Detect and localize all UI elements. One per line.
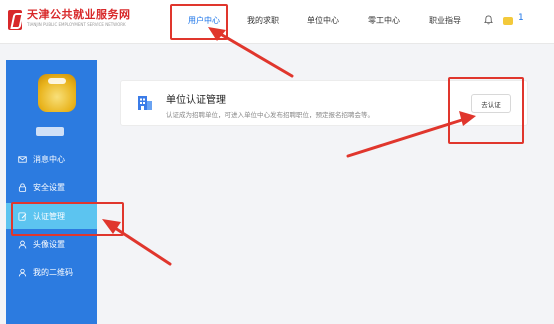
annotation-box-certification-menu bbox=[11, 202, 124, 236]
sidebar: 消息中心 安全设置 认证管理 头像设置 我的二维码 bbox=[6, 60, 97, 324]
annotation-box-certify-button bbox=[448, 77, 524, 144]
mail-icon bbox=[18, 155, 27, 163]
sidebar-item-label: 安全设置 bbox=[33, 182, 65, 192]
nav-my-job-search[interactable]: 我的求职 bbox=[247, 15, 279, 26]
nav-career-guidance[interactable]: 职业指导 bbox=[429, 15, 461, 26]
logo-mark-icon bbox=[8, 10, 22, 30]
annotation-box-user-center bbox=[170, 4, 228, 40]
profile-avatar bbox=[38, 74, 76, 112]
site-logo[interactable]: 天津公共就业服务网 TIANJIN PUBLIC EMPLOYMENT SERV… bbox=[8, 8, 131, 36]
sidebar-item-security[interactable]: 安全设置 bbox=[6, 174, 97, 200]
logo-text: 天津公共就业服务网 TIANJIN PUBLIC EMPLOYMENT SERV… bbox=[27, 8, 131, 28]
username[interactable]: 1 bbox=[518, 13, 524, 23]
user-circle-icon bbox=[18, 268, 27, 276]
card-title: 单位认证管理 bbox=[166, 95, 226, 106]
sidebar-item-label: 消息中心 bbox=[33, 154, 65, 164]
page: 天津公共就业服务网 TIANJIN PUBLIC EMPLOYMENT SERV… bbox=[0, 0, 554, 324]
sidebar-item-label: 我的二维码 bbox=[33, 267, 73, 277]
bell-icon[interactable] bbox=[484, 15, 493, 25]
logo-title: 天津公共就业服务网 bbox=[27, 8, 131, 21]
lock-icon bbox=[18, 182, 27, 192]
sidebar-item-messages[interactable]: 消息中心 bbox=[6, 146, 97, 172]
nav-gig-center[interactable]: 零工中心 bbox=[368, 15, 400, 26]
logo-subtitle: TIANJIN PUBLIC EMPLOYMENT SERVICE NETWOR… bbox=[27, 22, 126, 27]
profile-name-redacted bbox=[36, 127, 64, 136]
nav-employer-center[interactable]: 单位中心 bbox=[307, 15, 339, 26]
user-avatar-small[interactable] bbox=[503, 17, 513, 25]
user-icon bbox=[18, 240, 27, 249]
sidebar-item-qr-code[interactable]: 我的二维码 bbox=[6, 259, 97, 285]
card-description: 认证成为招聘单位，可进入单位中心发布招聘职位，预定报名招聘会等。 bbox=[166, 111, 374, 119]
sidebar-item-label: 头像设置 bbox=[33, 239, 65, 249]
top-navigation-bar: 天津公共就业服务网 TIANJIN PUBLIC EMPLOYMENT SERV… bbox=[0, 0, 554, 44]
building-icon bbox=[138, 96, 152, 110]
